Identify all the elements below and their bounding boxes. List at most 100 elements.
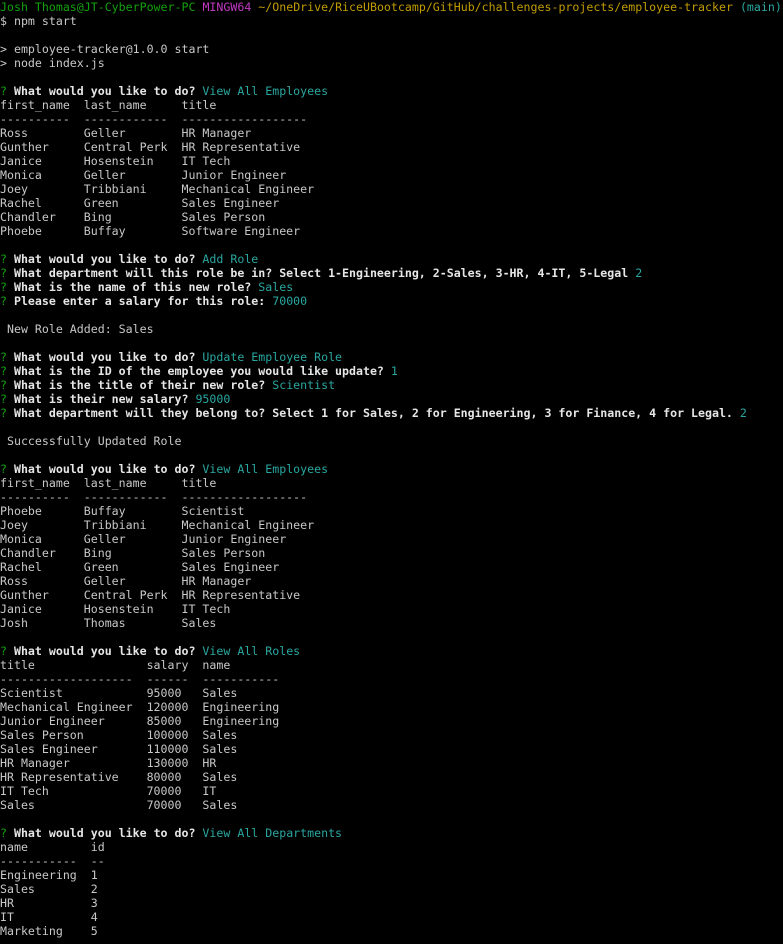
terminal-line: Josh Thomas@JT-CyberPower-PC MINGW64 ~/O… [0, 0, 783, 14]
terminal-text: ~/OneDrive/RiceUBootcamp/GitHub/challeng… [258, 0, 733, 14]
terminal-text: Josh Thomas Sales [0, 616, 217, 630]
terminal-text: Gunther Central Perk HR Representative [0, 588, 301, 602]
terminal-line: Chandler Bing Sales Person [0, 210, 783, 224]
terminal-text: What would you like to do? [6, 826, 196, 840]
terminal-line: Junior Engineer 85000 Engineering [0, 714, 783, 728]
terminal-text: IT Tech 70000 IT [0, 784, 217, 798]
terminal-text: > node index.js [0, 56, 105, 70]
terminal-text: Update Employee Role [195, 350, 343, 364]
terminal-line: ? What would you like to do? View All De… [0, 826, 783, 840]
terminal-line: IT 4 [0, 910, 783, 924]
terminal-text: ? [0, 462, 7, 476]
terminal-line: > node index.js [0, 56, 783, 70]
terminal-line: ---------- ------------ ----------------… [0, 112, 783, 126]
terminal-window[interactable]: Josh Thomas@JT-CyberPower-PC MINGW64 ~/O… [0, 0, 783, 944]
terminal-text: ? [0, 826, 7, 840]
terminal-line: Ross Geller HR Manager [0, 574, 783, 588]
terminal-line: Scientist 95000 Sales [0, 686, 783, 700]
terminal-line: $ npm start [0, 14, 783, 28]
terminal-line: Janice Hosenstein IT Tech [0, 602, 783, 616]
terminal-line: Joey Tribbiani Mechanical Engineer [0, 518, 783, 532]
terminal-text: ? [0, 406, 7, 420]
terminal-text: ? [0, 644, 7, 658]
terminal-text: Sales [251, 280, 294, 294]
terminal-text: > employee-tracker@1.0.0 start [0, 42, 210, 56]
terminal-text: Sales 70000 Sales [0, 798, 238, 812]
terminal-line: ? What department will this role be in? … [0, 266, 783, 280]
terminal-text: ? [0, 84, 7, 98]
terminal-text: IT 4 [0, 910, 98, 924]
terminal-line: ---------- ------------ ----------------… [0, 490, 783, 504]
terminal-text: ? [0, 294, 7, 308]
terminal-line: HR 3 [0, 896, 783, 910]
terminal-text: Add Role [195, 252, 259, 266]
terminal-line: Sales Engineer 110000 Sales [0, 742, 783, 756]
terminal-text: ? [0, 392, 7, 406]
terminal-text: HR 3 [0, 896, 98, 910]
terminal-text: ? [0, 280, 7, 294]
terminal-line: ? What would you like to do? View All Em… [0, 462, 783, 476]
terminal-line: > employee-tracker@1.0.0 start [0, 42, 783, 56]
terminal-line: Rachel Green Sales Engineer [0, 196, 783, 210]
terminal-line: HR Manager 130000 HR [0, 756, 783, 770]
terminal-text: Josh Thomas@JT-CyberPower-PC [0, 0, 196, 14]
terminal-line: HR Representative 80000 Sales [0, 770, 783, 784]
terminal-text: What would you like to do? [6, 462, 196, 476]
terminal-text: Sales Engineer 110000 Sales [0, 742, 238, 756]
terminal-line: Ross Geller HR Manager [0, 126, 783, 140]
terminal-text: What is their new salary? [6, 392, 189, 406]
terminal-line: Joey Tribbiani Mechanical Engineer [0, 182, 783, 196]
terminal-text: name id [0, 840, 105, 854]
terminal-line: ? What department will they belong to? S… [0, 406, 783, 420]
terminal-text: ---------- ------------ ----------------… [0, 490, 308, 504]
terminal-text: What department will they belong to? Sel… [6, 406, 733, 420]
terminal-text: 1 [383, 364, 398, 378]
terminal-text: What is the title of their new role? [6, 378, 266, 392]
terminal-line: ? What is the title of their new role? S… [0, 378, 783, 392]
terminal-text: Rachel Green Sales Engineer [0, 196, 280, 210]
terminal-text: Scientist [265, 378, 336, 392]
terminal-text: Sales 2 [0, 882, 98, 896]
terminal-text: 2 [732, 406, 747, 420]
terminal-text: ------------------- ------ ----------- [0, 672, 280, 686]
terminal-line: Engineering 1 [0, 868, 783, 882]
terminal-text: Joey Tribbiani Mechanical Engineer [0, 518, 315, 532]
terminal-line: Gunther Central Perk HR Representative [0, 588, 783, 602]
terminal-line: ? What is their new salary? 95000 [0, 392, 783, 406]
terminal-line: Janice Hosenstein IT Tech [0, 154, 783, 168]
terminal-line: ? What is the ID of the employee you wou… [0, 364, 783, 378]
terminal-text: Janice Hosenstein IT Tech [0, 154, 231, 168]
terminal-line: ? Please enter a salary for this role: 7… [0, 294, 783, 308]
terminal-text: title salary name [0, 658, 231, 672]
terminal-text: Chandler Bing Sales Person [0, 210, 266, 224]
terminal-text: ---------- ------------ ----------------… [0, 112, 308, 126]
terminal-text: New Role Added: Sales [0, 322, 154, 336]
terminal-line: name id [0, 840, 783, 854]
terminal-text: Engineering 1 [0, 868, 98, 882]
terminal-text: 2 [628, 266, 643, 280]
terminal-text: ? [0, 252, 7, 266]
terminal-text: 70000 [265, 294, 308, 308]
terminal-line: Marketing 5 [0, 924, 783, 938]
terminal-text: What would you like to do? [6, 84, 196, 98]
terminal-text: Monica Geller Junior Engineer [0, 532, 287, 546]
terminal-text: View All Roles [195, 644, 301, 658]
terminal-text: ? [0, 266, 7, 280]
terminal-line: Monica Geller Junior Engineer [0, 532, 783, 546]
terminal-text: View All Employees [195, 84, 329, 98]
terminal-line: first_name last_name title [0, 98, 783, 112]
terminal-text: Scientist 95000 Sales [0, 686, 238, 700]
terminal-line: Rachel Green Sales Engineer [0, 560, 783, 574]
terminal-line: Gunther Central Perk HR Representative [0, 140, 783, 154]
terminal-text: What is the name of this new role? [6, 280, 252, 294]
terminal-line: Successfully Updated Role [0, 434, 783, 448]
terminal-line: Sales Person 100000 Sales [0, 728, 783, 742]
